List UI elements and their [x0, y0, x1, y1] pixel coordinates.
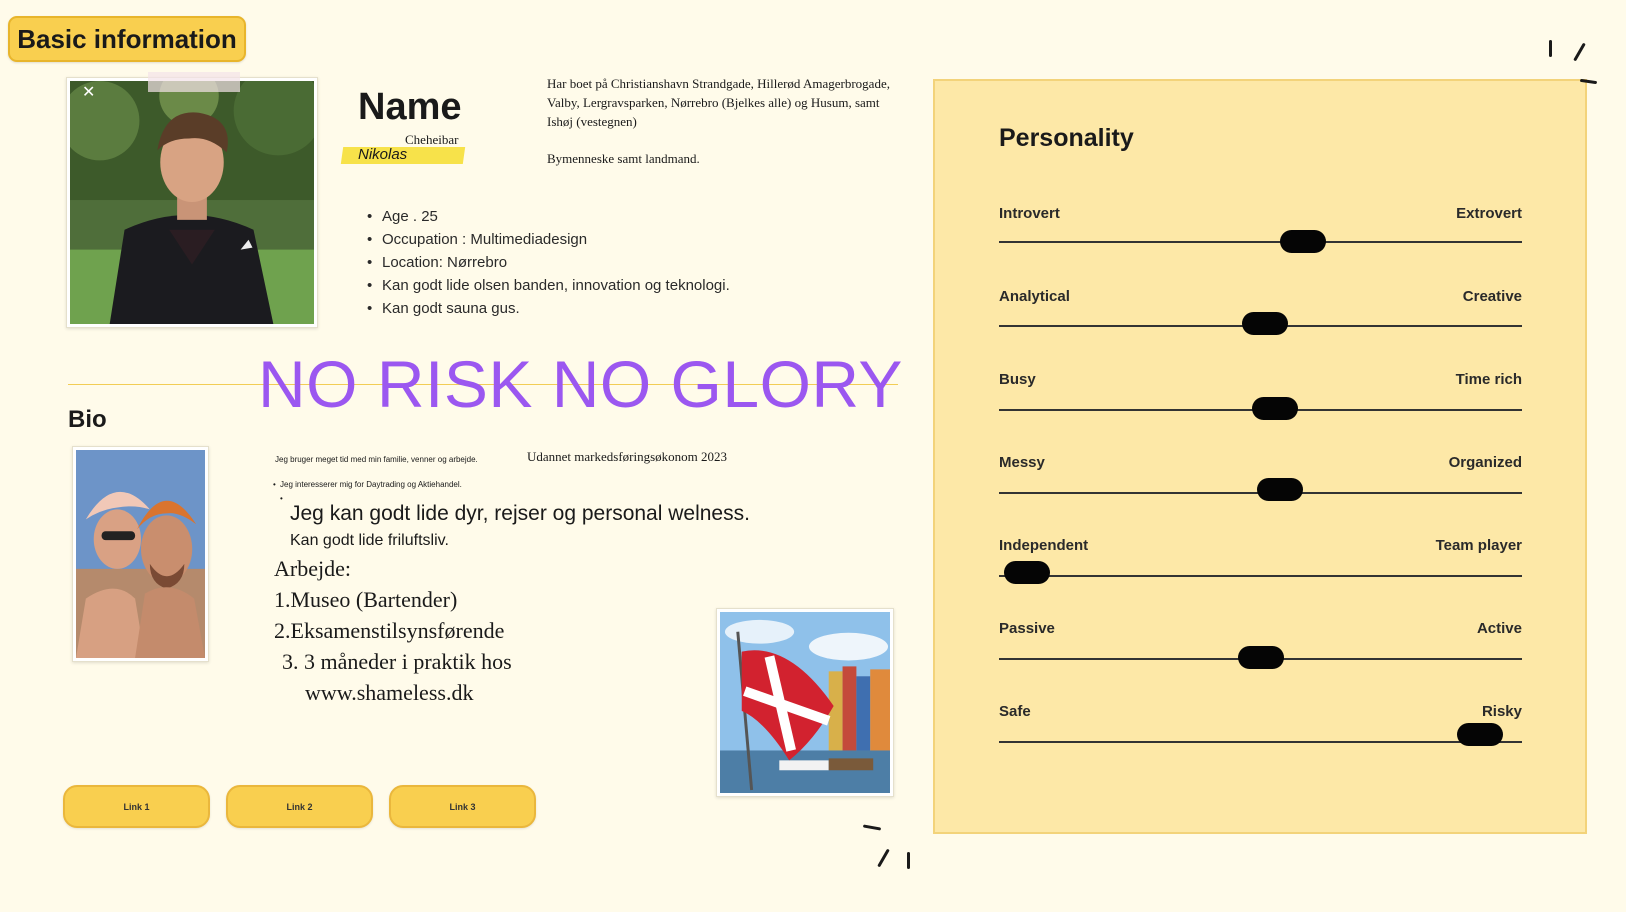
- sparkle-stroke: [1573, 42, 1586, 62]
- fact-occupation: Occupation : Multimediadesign: [360, 228, 730, 251]
- fact-interests: Kan godt lide olsen banden, innovation o…: [360, 274, 730, 297]
- trait-left-label: Introvert: [999, 205, 1060, 222]
- motto: NO RISK NO GLORY: [258, 347, 903, 421]
- work-item-3: 3. 3 måneder i praktik hos: [282, 649, 512, 674]
- facts-list: Age . 25 Occupation : Multimediadesign L…: [360, 205, 730, 320]
- trait-right-label: Risky: [1481, 703, 1522, 720]
- work-heading: Arbejde:: [274, 556, 351, 581]
- bio-likes-text: Jeg kan godt lide dyr, rejser og persona…: [290, 502, 750, 525]
- trait-slider-knob[interactable]: [1280, 230, 1326, 253]
- trait-slider-track[interactable]: [999, 741, 1522, 743]
- trait-left-label: Analytical: [999, 288, 1070, 305]
- work-item-3-url: www.shameless.dk: [305, 680, 474, 705]
- bullet-dot: •: [280, 494, 283, 503]
- trait-left-label: Messy: [999, 454, 1045, 471]
- trait-slider-knob[interactable]: [1457, 723, 1503, 746]
- trait-right-label: Team player: [1435, 537, 1522, 554]
- bio-photo: [72, 446, 209, 662]
- trait-slider-track[interactable]: [999, 241, 1522, 243]
- trait-row: Independent Team player: [999, 537, 1522, 597]
- fact-sauna: Kan godt sauna gus.: [360, 297, 730, 320]
- bio-trading-text: Jeg interesserer mig for Daytrading og A…: [273, 480, 462, 489]
- personality-title: Personality: [999, 124, 1134, 152]
- link-1-button[interactable]: Link 1: [63, 785, 210, 828]
- sparkle-stroke: [907, 852, 910, 869]
- trait-row: Passive Active: [999, 620, 1522, 680]
- trait-right-label: Organized: [1448, 454, 1522, 471]
- bio-family-text: Jeg bruger meget tid med min familie, ve…: [275, 455, 478, 464]
- lifestyle-text: Bymenneske samt landmand.: [547, 151, 700, 166]
- trait-slider-knob[interactable]: [1257, 478, 1303, 501]
- residence-text: Har boet på Christianshavn Strandgade, H…: [547, 76, 890, 129]
- work-item-1: 1.Museo (Bartender): [274, 587, 458, 612]
- trait-slider-track[interactable]: [999, 575, 1522, 577]
- first-name: Nikolas: [358, 146, 408, 163]
- bio-heading: Bio: [68, 406, 107, 433]
- portrait-image: [70, 81, 314, 324]
- trait-left-label: Safe: [999, 703, 1031, 720]
- trait-right-label: Creative: [1462, 288, 1522, 305]
- trait-row: Messy Organized: [999, 454, 1522, 514]
- trait-right-label: Extrovert: [1456, 205, 1522, 222]
- trait-slider-knob[interactable]: [1252, 397, 1298, 420]
- trait-slider-knob[interactable]: [1238, 646, 1284, 669]
- trait-row: Analytical Creative: [999, 288, 1522, 348]
- basic-information-badge: Basic information: [8, 16, 246, 62]
- last-name: Cheheibar: [405, 132, 459, 147]
- trait-right-label: Active: [1476, 620, 1522, 637]
- trait-row: Introvert Extrovert: [999, 205, 1522, 265]
- fact-age: Age . 25: [360, 205, 730, 228]
- trait-left-label: Busy: [999, 371, 1036, 388]
- washi-tape: [148, 72, 240, 92]
- sparkle-stroke: [877, 848, 890, 868]
- trait-right-label: Time rich: [1455, 371, 1522, 388]
- trait-slider-knob[interactable]: [1004, 561, 1050, 584]
- profile-photo: [66, 77, 318, 328]
- close-icon[interactable]: ✕: [82, 82, 95, 102]
- trait-left-label: Passive: [999, 620, 1055, 637]
- education-text: Udannet markedsføringsøkonom 2023: [527, 449, 728, 464]
- work-item-2: 2.Eksamenstilsynsførende: [274, 618, 505, 643]
- fact-location: Location: Nørrebro: [360, 251, 730, 274]
- denmark-flag-photo: [716, 608, 894, 797]
- name-title: Name: [358, 86, 462, 128]
- bio-outdoor-text: Kan godt lide friluftsliv.: [290, 532, 449, 549]
- sparkle-stroke: [1549, 40, 1552, 57]
- nyhavn-flag-image: [720, 612, 890, 793]
- trait-left-label: Independent: [999, 537, 1089, 554]
- trait-row: Safe Risky: [999, 703, 1522, 763]
- link-3-button[interactable]: Link 3: [389, 785, 536, 828]
- selfie-image: [76, 450, 205, 658]
- sparkle-stroke: [862, 824, 882, 831]
- trait-slider-knob[interactable]: [1242, 312, 1288, 335]
- trait-row: Busy Time rich: [999, 371, 1522, 431]
- link-2-button[interactable]: Link 2: [226, 785, 373, 828]
